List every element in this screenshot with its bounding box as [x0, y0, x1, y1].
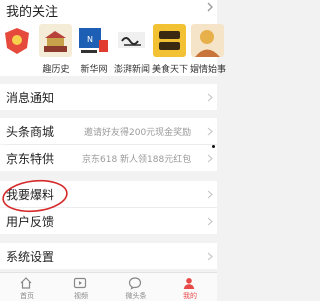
settings-row[interactable]: 系统设置	[0, 243, 217, 269]
profile-icon	[182, 276, 196, 290]
chevron-right-icon	[207, 217, 213, 226]
messages-label: 消息通知	[6, 91, 55, 105]
mall-promo-hint: 邀请好友得200元现金奖励	[84, 128, 192, 138]
video-icon	[73, 276, 87, 290]
avatar-icon	[191, 24, 224, 57]
tab-label: 微头条	[125, 292, 147, 300]
tab-micro-headline[interactable]: 微头条	[109, 273, 163, 301]
my-follows-section: 我的关注 趣历史 N 新华网 澎湃新闻 美食天下 媢情始事	[0, 0, 226, 76]
settings-label: 系统设置	[6, 250, 55, 264]
chevron-right-icon	[207, 127, 213, 136]
svg-text:N: N	[87, 35, 93, 44]
history-building-logo-icon	[39, 24, 72, 57]
red-shield-logo-icon	[1, 24, 34, 57]
chevron-right-icon	[207, 252, 213, 261]
jd-promo-hint: 京东618 新人领188元红包	[82, 155, 192, 165]
tab-home[interactable]: 首页	[0, 273, 54, 301]
tab-label: 视频	[74, 292, 88, 300]
chevron-right-icon	[207, 190, 213, 199]
feedback-label: 用户反馈	[6, 215, 55, 229]
my-follows-title: 我的关注	[6, 5, 59, 20]
report-news-label: 我要爆料	[6, 188, 55, 202]
xinhua-news-logo-icon: N	[77, 24, 110, 57]
chevron-right-icon[interactable]	[205, 2, 215, 12]
messages-row[interactable]: 消息通知	[0, 84, 217, 110]
report-news-row[interactable]: 我要爆料	[0, 181, 217, 207]
stray-dot	[212, 145, 215, 148]
jd-special-row[interactable]: 京东特供 京东618 新人领188元红包	[0, 145, 217, 171]
account-name: 媢情始事	[189, 65, 226, 75]
jd-special-label: 京东特供	[6, 152, 55, 166]
tab-video[interactable]: 视频	[54, 273, 108, 301]
tab-label: 我的	[183, 292, 197, 300]
chevron-right-icon	[207, 154, 213, 163]
chevron-right-icon	[207, 93, 213, 102]
bottom-tab-bar: 首页 视频 微头条 我的	[0, 272, 217, 301]
mall-row[interactable]: 头条商城 邀请好友得200元现金奖励	[0, 118, 217, 144]
followed-accounts-list: 趣历史 N 新华网 澎湃新闻 美食天下 媢情始事	[0, 22, 226, 76]
pengpai-logo-icon	[115, 24, 148, 57]
meishi-logo-icon	[153, 24, 186, 57]
followed-account[interactable]: 媢情始事	[188, 22, 228, 76]
tab-label: 首页	[20, 292, 34, 300]
mall-label: 头条商城	[6, 125, 55, 139]
micro-headline-icon	[128, 276, 142, 290]
tab-profile[interactable]: 我的	[163, 273, 217, 301]
home-icon	[19, 276, 33, 290]
feedback-row[interactable]: 用户反馈	[0, 208, 217, 234]
